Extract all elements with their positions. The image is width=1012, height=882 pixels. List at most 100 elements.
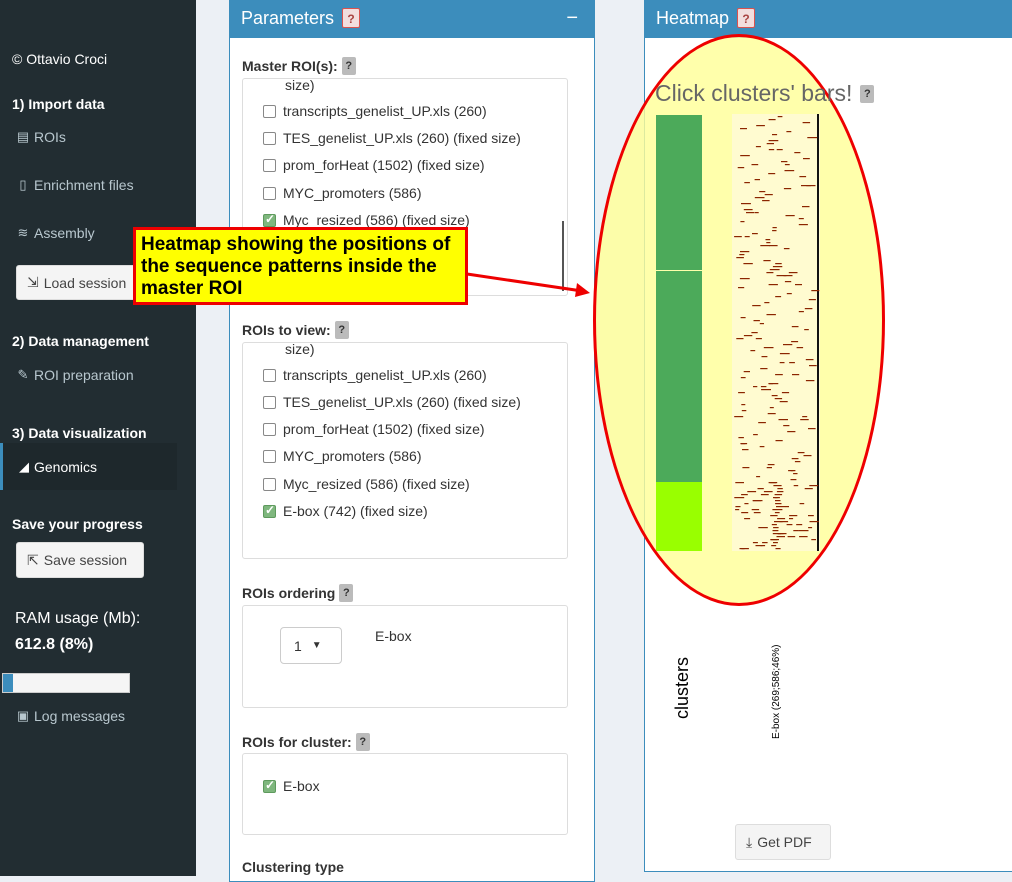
collapse-icon[interactable]: − (566, 7, 578, 30)
heatmap-column-label: E-box (269;586;46%) (771, 644, 782, 739)
sidebar-item-rois[interactable]: ▤ ROIs (16, 129, 66, 145)
view-roi-option[interactable]: MYC_promoters (586) (263, 448, 422, 464)
master-rois-help-icon[interactable]: ? (341, 57, 356, 75)
heatmap-mark (752, 500, 761, 502)
master-roi-option[interactable]: transcripts_genelist_UP.xls (260) (263, 103, 487, 119)
heatmap-mark (769, 245, 778, 247)
checkbox[interactable] (263, 368, 276, 382)
heatmap-mark (787, 431, 796, 433)
option-label: Myc_resized (586) (fixed size) (283, 212, 470, 228)
heatmap-mark (734, 236, 742, 238)
checkbox[interactable] (263, 395, 276, 409)
view-roi-option[interactable]: transcripts_genelist_UP.xls (260) (263, 367, 487, 383)
heatmap-mark (764, 302, 770, 304)
heatmap-help-icon[interactable]: ? (737, 8, 756, 28)
sidebar-item-log-messages[interactable]: ▣ Log messages (16, 708, 125, 724)
heatmap-mark (741, 410, 747, 412)
heatmap-mark (764, 194, 773, 196)
view-roi-option[interactable]: Myc_resized (586) (fixed size) (263, 476, 470, 492)
option-label: E-box (742) (fixed size) (283, 503, 428, 519)
checkbox[interactable] (263, 449, 276, 463)
rois-for-cluster-help-icon[interactable]: ? (355, 733, 370, 751)
heatmap-mark (766, 467, 772, 469)
checkbox[interactable] (263, 503, 276, 518)
parameters-help-icon[interactable]: ? (342, 8, 361, 28)
heatmap-mark (762, 542, 768, 544)
checkbox[interactable] (263, 422, 276, 436)
view-roi-option[interactable]: E-box (742) (fixed size) (263, 503, 428, 519)
heatmap-mark (740, 443, 746, 445)
master-roi-option[interactable]: prom_forHeat (1502) (fixed size) (263, 157, 485, 173)
terminal-icon: ▣ (16, 708, 30, 723)
ram-usage-value: 612.8 (8%) (15, 636, 94, 653)
heatmap-mark (753, 386, 758, 388)
master-roi-option[interactable]: TES_genelist_UP.xls (260) (fixed size) (263, 130, 521, 146)
heatmap-mark (739, 278, 750, 280)
sidebar-item-genomics[interactable]: ◢ Genomics (0, 443, 177, 490)
sidebar-item-assembly[interactable]: ≋ Assembly (16, 225, 95, 241)
rois-to-view-list[interactable]: size) transcripts_genelist_UP.xls (260) … (242, 342, 568, 559)
heatmap-mark (802, 416, 808, 418)
cluster-roi-option[interactable]: E-box (263, 778, 320, 794)
option-label: TES_genelist_UP.xls (260) (fixed size) (283, 130, 521, 146)
heatmap-mark (735, 482, 744, 484)
rois-to-view-label-text: ROIs to view: (242, 322, 331, 338)
checkbox[interactable] (263, 186, 276, 200)
cluster-bar-3[interactable] (656, 482, 702, 551)
heatmap-mark (743, 263, 753, 265)
heatmap-mark (763, 347, 774, 349)
sidebar-item-label: Genomics (34, 458, 98, 475)
heatmap-mark (804, 329, 809, 331)
heatmap-mark (784, 164, 790, 166)
heatmap-mark (747, 491, 757, 493)
get-pdf-button[interactable]: ⤓ Get PDF (735, 824, 831, 860)
cluster-bar-1[interactable] (656, 115, 702, 270)
cluster-bar-2[interactable] (656, 271, 702, 482)
heatmap-mark (761, 389, 771, 391)
checkbox[interactable] (263, 477, 276, 491)
database-icon: ≋ (17, 225, 29, 240)
heatmap-mark (804, 488, 813, 490)
heatmap-mark (790, 479, 797, 481)
heatmap-mark (739, 254, 745, 256)
heatmap-mark (799, 176, 807, 178)
heatmap-mark (776, 491, 784, 493)
checkbox[interactable] (263, 212, 276, 227)
view-roi-option[interactable]: prom_forHeat (1502) (fixed size) (263, 421, 485, 437)
heatmap-mark (799, 503, 805, 505)
heatmap-mark (777, 488, 783, 490)
checkbox[interactable] (263, 778, 276, 793)
rois-ordering-help-icon[interactable]: ? (339, 584, 354, 602)
checkbox[interactable] (263, 158, 276, 172)
sidebar-item-enrichment-files[interactable]: ▯ Enrichment files (16, 177, 133, 193)
option-label: Myc_resized (586) (fixed size) (283, 476, 470, 492)
heatmap-mark (772, 509, 783, 511)
heatmap-mark (796, 524, 803, 526)
heatmap-mark (744, 182, 750, 184)
sidebar-item-roi-preparation[interactable]: ✎ ROI preparation (16, 367, 134, 383)
ordering-select[interactable]: 1 ▼ (280, 627, 342, 664)
heatmap-matrix[interactable] (732, 114, 822, 554)
heatmap-mark (804, 308, 813, 310)
heatmap-mark (740, 251, 750, 253)
heatmap-hint-help-icon[interactable]: ? (860, 84, 875, 103)
checkbox[interactable] (263, 104, 276, 118)
heatmap-mark (766, 314, 776, 316)
heatmap-mark (756, 125, 765, 127)
heatmap-mark (759, 446, 765, 448)
heatmap-mark (767, 464, 775, 466)
heatmap-mark (760, 386, 767, 388)
master-roi-option[interactable]: MYC_promoters (586) (263, 185, 422, 201)
rois-to-view-help-icon[interactable]: ? (334, 321, 349, 339)
save-session-button[interactable]: ⇱ Save session (16, 542, 144, 578)
heatmap-mark (766, 272, 774, 274)
truncated-label: size) (285, 78, 315, 93)
view-roi-option[interactable]: TES_genelist_UP.xls (260) (fixed size) (263, 394, 521, 410)
heatmap-mark (795, 284, 802, 286)
master-roi-option[interactable]: Myc_resized (586) (fixed size) (263, 212, 470, 228)
heatmap-mark (811, 290, 820, 292)
heatmap-mark (775, 440, 783, 442)
annotation-arrow (466, 272, 590, 297)
sidebar-item-label: ROIs (34, 129, 66, 145)
checkbox[interactable] (263, 131, 276, 145)
